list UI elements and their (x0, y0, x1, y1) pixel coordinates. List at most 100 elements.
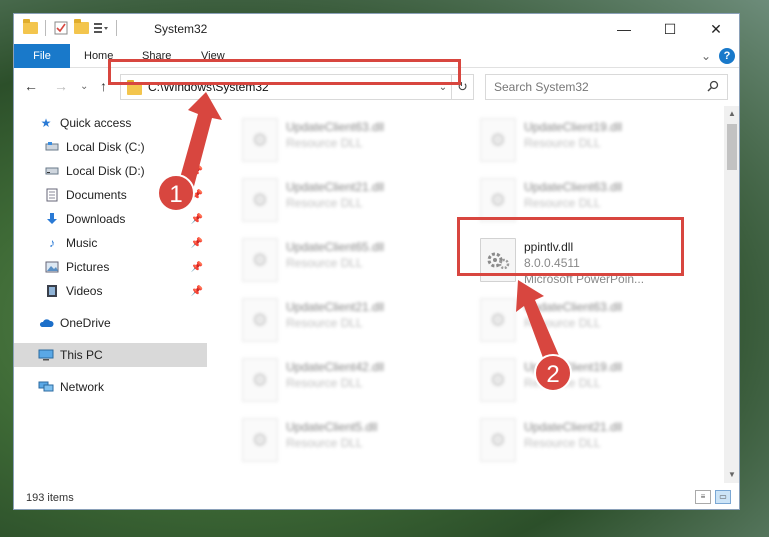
file-name: UpdateClient63.dll (524, 180, 623, 194)
file-name: ppintlv.dll (524, 240, 574, 254)
pin-icon[interactable]: 📌 (191, 238, 203, 249)
search-input[interactable]: Search System32 (485, 74, 728, 100)
file-item[interactable]: ⚙ UpdateClient21.dll Resource DLL (238, 294, 468, 350)
customize-toolbar-icon[interactable] (93, 20, 109, 36)
file-name: UpdateClient42.dll (286, 360, 385, 374)
file-item[interactable]: ⚙ UpdateClient19.dllResource DLL (476, 354, 706, 410)
refresh-button[interactable]: ↻ (451, 75, 473, 99)
file-description: Resource DLL (286, 136, 363, 150)
file-name: UpdateClient21.dll (524, 420, 623, 434)
file-item-ppintlv[interactable]: ppintlv.dll 8.0.0.4511 Microsoft PowerPo… (476, 234, 706, 294)
computer-icon (38, 347, 54, 363)
file-item[interactable]: ⚙ UpdateClient42.dll Resource DLL (238, 354, 468, 410)
dll-file-icon: ⚙ (242, 298, 278, 342)
sidebar-item-label: Music (66, 236, 98, 250)
file-item[interactable]: ⚙ UpdateClient21.dll Resource DLL (476, 414, 706, 470)
address-bar[interactable]: C:\Windows\System32 ⌄ ↻ (120, 74, 474, 100)
file-name: UpdateClient5.dll (286, 420, 378, 434)
explorer-window: System32 — ☐ ✕ File Home Share View ⌄ ? … (13, 13, 740, 510)
dll-file-icon: ⚙ (242, 118, 278, 162)
details-view-icon[interactable]: ≡ (695, 490, 711, 504)
file-description: Resource DLL (286, 316, 363, 330)
scroll-up-icon[interactable]: ▲ (724, 106, 739, 122)
tab-view[interactable]: View (201, 44, 225, 68)
new-folder-icon[interactable] (73, 19, 89, 36)
file-item[interactable]: ⚙ UpdateClient5.dll Resource DLL (238, 414, 468, 470)
pin-icon[interactable]: 📌 (191, 286, 203, 297)
window-controls: — ☐ ✕ (601, 14, 739, 44)
sidebar-item-label: Network (60, 380, 105, 394)
file-description: Resource DLL (524, 196, 601, 210)
sidebar-item-this-pc[interactable]: This PC (14, 343, 207, 367)
view-toggle: ≡ ▭ (695, 490, 731, 504)
file-description: Resource DLL (524, 436, 601, 450)
address-dropdown-icon[interactable]: ⌄ (435, 82, 451, 93)
sidebar-item-music[interactable]: ♪ Music 📌 (14, 231, 207, 255)
navigation-bar: ← → ⌄ ↑ C:\Windows\System32 ⌄ ↻ Search S… (14, 69, 739, 103)
properties-icon[interactable] (53, 20, 69, 36)
sidebar-item-label: Quick access (60, 116, 132, 130)
up-button[interactable]: ↑ (100, 78, 107, 94)
file-description: Resource DLL (524, 136, 601, 150)
sidebar-item-label: Local Disk (C:) (66, 140, 145, 154)
ribbon-collapse-icon[interactable]: ⌄ (701, 49, 711, 63)
tab-file[interactable]: File (14, 44, 70, 68)
file-name: UpdateClient65.dll (286, 240, 385, 254)
file-item[interactable]: ⚙ UpdateClient19.dllResource DLL (476, 114, 706, 170)
tab-home[interactable]: Home (84, 44, 113, 68)
file-item[interactable]: ⚙ UpdateClient63.dll Resource DLL (476, 294, 706, 350)
help-icon[interactable]: ? (719, 48, 735, 64)
dll-file-icon: ⚙ (480, 298, 516, 342)
sidebar-item-local-disk-c[interactable]: Local Disk (C:) 📌 (14, 135, 207, 159)
sidebar-item-label: Pictures (66, 260, 110, 274)
back-button[interactable]: ← (24, 78, 38, 94)
sidebar-item-network[interactable]: Network (14, 375, 207, 399)
sidebar-item-label: This PC (60, 348, 103, 362)
step-badge-2: 2 (534, 354, 572, 392)
title-bar: System32 — ☐ ✕ (14, 14, 739, 44)
large-icons-view-icon[interactable]: ▭ (715, 490, 731, 504)
pin-icon[interactable]: 📌 (191, 214, 203, 225)
cloud-icon (38, 315, 54, 331)
status-bar: 193 items ≡ ▭ (14, 485, 739, 509)
sidebar-item-pictures[interactable]: Pictures 📌 (14, 255, 207, 279)
sidebar-item-videos[interactable]: Videos 📌 (14, 279, 207, 303)
pin-icon[interactable]: 📌 (191, 166, 203, 177)
vertical-scrollbar[interactable]: ▲ ▼ (724, 106, 739, 483)
dll-file-icon: ⚙ (242, 358, 278, 402)
search-placeholder: Search System32 (494, 80, 589, 94)
folder-icon (121, 79, 142, 95)
forward-button[interactable]: → (54, 78, 68, 94)
file-name: UpdateClient19.dll (524, 120, 623, 134)
close-button[interactable]: ✕ (693, 14, 739, 44)
tab-share[interactable]: Share (142, 44, 171, 68)
recent-locations-button[interactable]: ⌄ (80, 81, 88, 92)
file-item[interactable]: ⚙ UpdateClient63.dll Resource DLL (238, 114, 468, 170)
file-description: Resource DLL (286, 376, 363, 390)
dll-file-icon: ⚙ (242, 178, 278, 222)
sidebar-item-onedrive[interactable]: OneDrive (14, 311, 207, 335)
navigation-pane: ★ Quick access Local Disk (C:) 📌 Local D… (14, 106, 207, 483)
file-item[interactable]: ⚙ UpdateClient21.dll Resource DLL (238, 174, 468, 230)
pin-icon[interactable]: 📌 (191, 142, 203, 153)
minimize-button[interactable]: — (601, 14, 647, 44)
address-path[interactable]: C:\Windows\System32 (148, 80, 435, 94)
step-badge-1: 1 (157, 174, 195, 212)
ribbon-right: ⌄ ? (701, 48, 735, 64)
pin-icon[interactable]: 📌 (191, 262, 203, 273)
scroll-thumb[interactable] (727, 124, 737, 170)
file-item[interactable]: ⚙ UpdateClient65.dll Resource DLL (238, 234, 468, 290)
sidebar-item-quick-access[interactable]: ★ Quick access (14, 111, 207, 135)
dll-file-icon (480, 238, 516, 282)
file-description: Resource DLL (286, 196, 363, 210)
toolbar-divider (116, 20, 117, 36)
dll-file-icon: ⚙ (480, 178, 516, 222)
dll-file-icon: ⚙ (242, 418, 278, 462)
search-icon[interactable] (707, 80, 719, 95)
star-icon: ★ (40, 116, 52, 130)
sidebar-item-label: Downloads (66, 212, 126, 226)
maximize-button[interactable]: ☐ (647, 14, 693, 44)
scroll-down-icon[interactable]: ▼ (724, 467, 739, 483)
file-name: UpdateClient21.dll (286, 180, 385, 194)
file-item[interactable]: ⚙ UpdateClient63.dll Resource DLL (476, 174, 706, 230)
